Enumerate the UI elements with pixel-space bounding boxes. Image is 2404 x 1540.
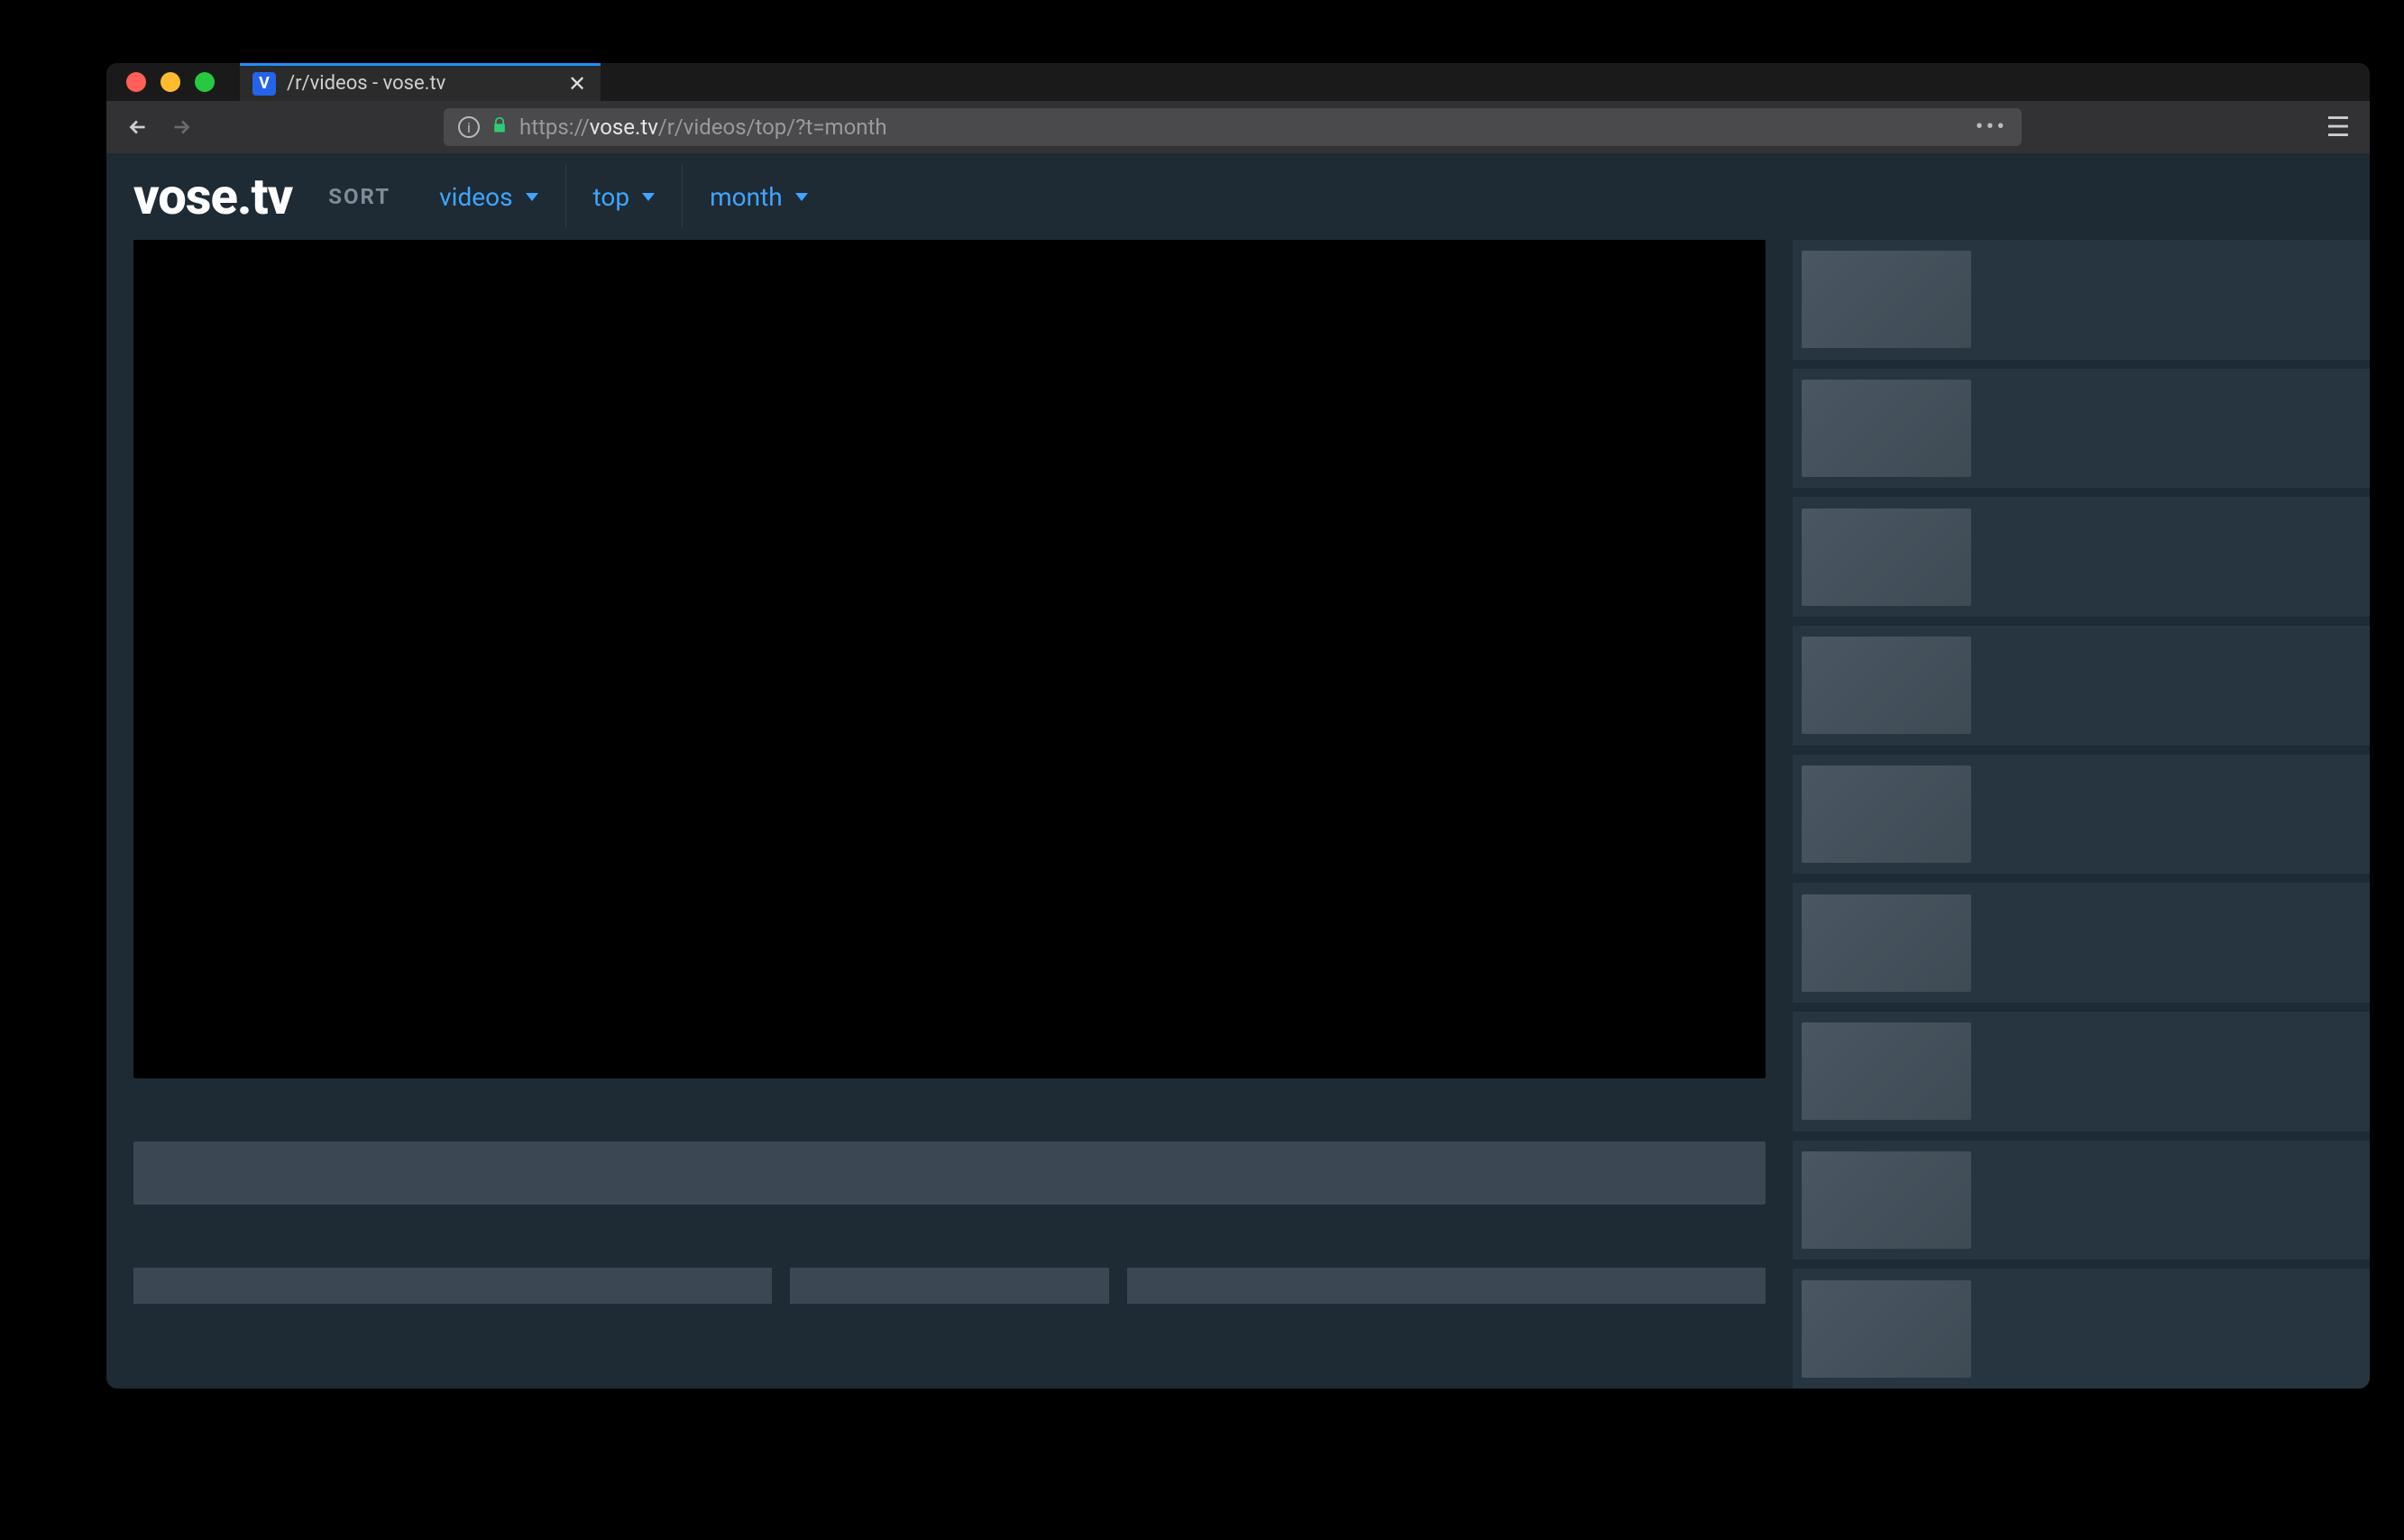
filter-time[interactable]: month [682, 165, 835, 228]
video-thumbnail [1802, 1022, 1971, 1120]
sidebar-column [1793, 240, 2370, 1389]
list-item[interactable] [1793, 1012, 2370, 1132]
meta-skeleton [133, 1268, 1766, 1304]
tab-title: /r/videos - vose.tv [287, 72, 555, 95]
chevron-down-icon [526, 193, 538, 201]
list-item[interactable] [1793, 240, 2370, 360]
app-page: vose.tv SORT videos top month [106, 153, 2370, 1389]
video-thumbnail [1802, 380, 1971, 477]
main-column [133, 240, 1766, 1389]
list-item[interactable] [1793, 755, 2370, 875]
video-thumbnail [1802, 765, 1971, 863]
video-player[interactable] [133, 240, 1766, 1078]
lock-icon [491, 115, 509, 140]
title-skeleton [133, 1141, 1766, 1205]
arrow-left-icon [126, 115, 150, 139]
url-text: https://vose.tv/r/videos/top/?t=month [519, 115, 1965, 140]
tab-strip: V /r/videos - vose.tv ✕ [106, 63, 2370, 101]
tab-favicon-icon: V [252, 72, 276, 96]
filter-label: videos [439, 182, 512, 212]
list-item[interactable] [1793, 497, 2370, 617]
chevron-down-icon [642, 193, 655, 201]
minimize-window-button[interactable] [161, 72, 180, 92]
browser-tab[interactable]: V /r/videos - vose.tv ✕ [240, 63, 601, 101]
close-window-button[interactable] [126, 72, 146, 92]
video-thumbnail [1802, 251, 1971, 348]
list-item[interactable] [1793, 1269, 2370, 1389]
arrow-right-icon [170, 115, 193, 139]
back-button[interactable] [123, 112, 153, 142]
video-thumbnail [1802, 1280, 1971, 1378]
forward-button[interactable] [166, 112, 197, 142]
filter-subreddit[interactable]: videos [412, 165, 564, 228]
filter-label: month [710, 182, 783, 212]
list-item[interactable] [1793, 883, 2370, 1003]
fullscreen-window-button[interactable] [195, 72, 215, 92]
list-item[interactable] [1793, 626, 2370, 746]
video-thumbnail [1802, 509, 1971, 606]
filter-sort[interactable]: top [565, 165, 683, 228]
list-item[interactable] [1793, 1141, 2370, 1260]
brand-logo[interactable]: vose.tv [133, 167, 292, 226]
address-bar[interactable]: i https://vose.tv/r/videos/top/?t=month … [444, 108, 2022, 146]
video-thumbnail [1802, 894, 1971, 992]
list-item[interactable] [1793, 369, 2370, 489]
content-area [106, 240, 2370, 1389]
page-actions-button[interactable]: ••• [1976, 114, 2007, 141]
video-thumbnail [1802, 1151, 1971, 1249]
browser-menu-button[interactable]: ☰ [2323, 112, 2354, 143]
browser-window: V /r/videos - vose.tv ✕ i https://vose.t… [106, 63, 2370, 1389]
browser-toolbar: i https://vose.tv/r/videos/top/?t=month … [106, 101, 2370, 153]
window-controls [106, 63, 240, 101]
sort-label: SORT [328, 184, 390, 209]
chevron-down-icon [795, 193, 808, 201]
filter-label: top [593, 182, 630, 212]
video-thumbnail [1802, 637, 1971, 734]
tab-close-button[interactable]: ✕ [566, 73, 588, 95]
app-header: vose.tv SORT videos top month [106, 153, 2370, 240]
filter-group: videos top month [412, 165, 835, 228]
site-info-icon[interactable]: i [458, 116, 480, 138]
